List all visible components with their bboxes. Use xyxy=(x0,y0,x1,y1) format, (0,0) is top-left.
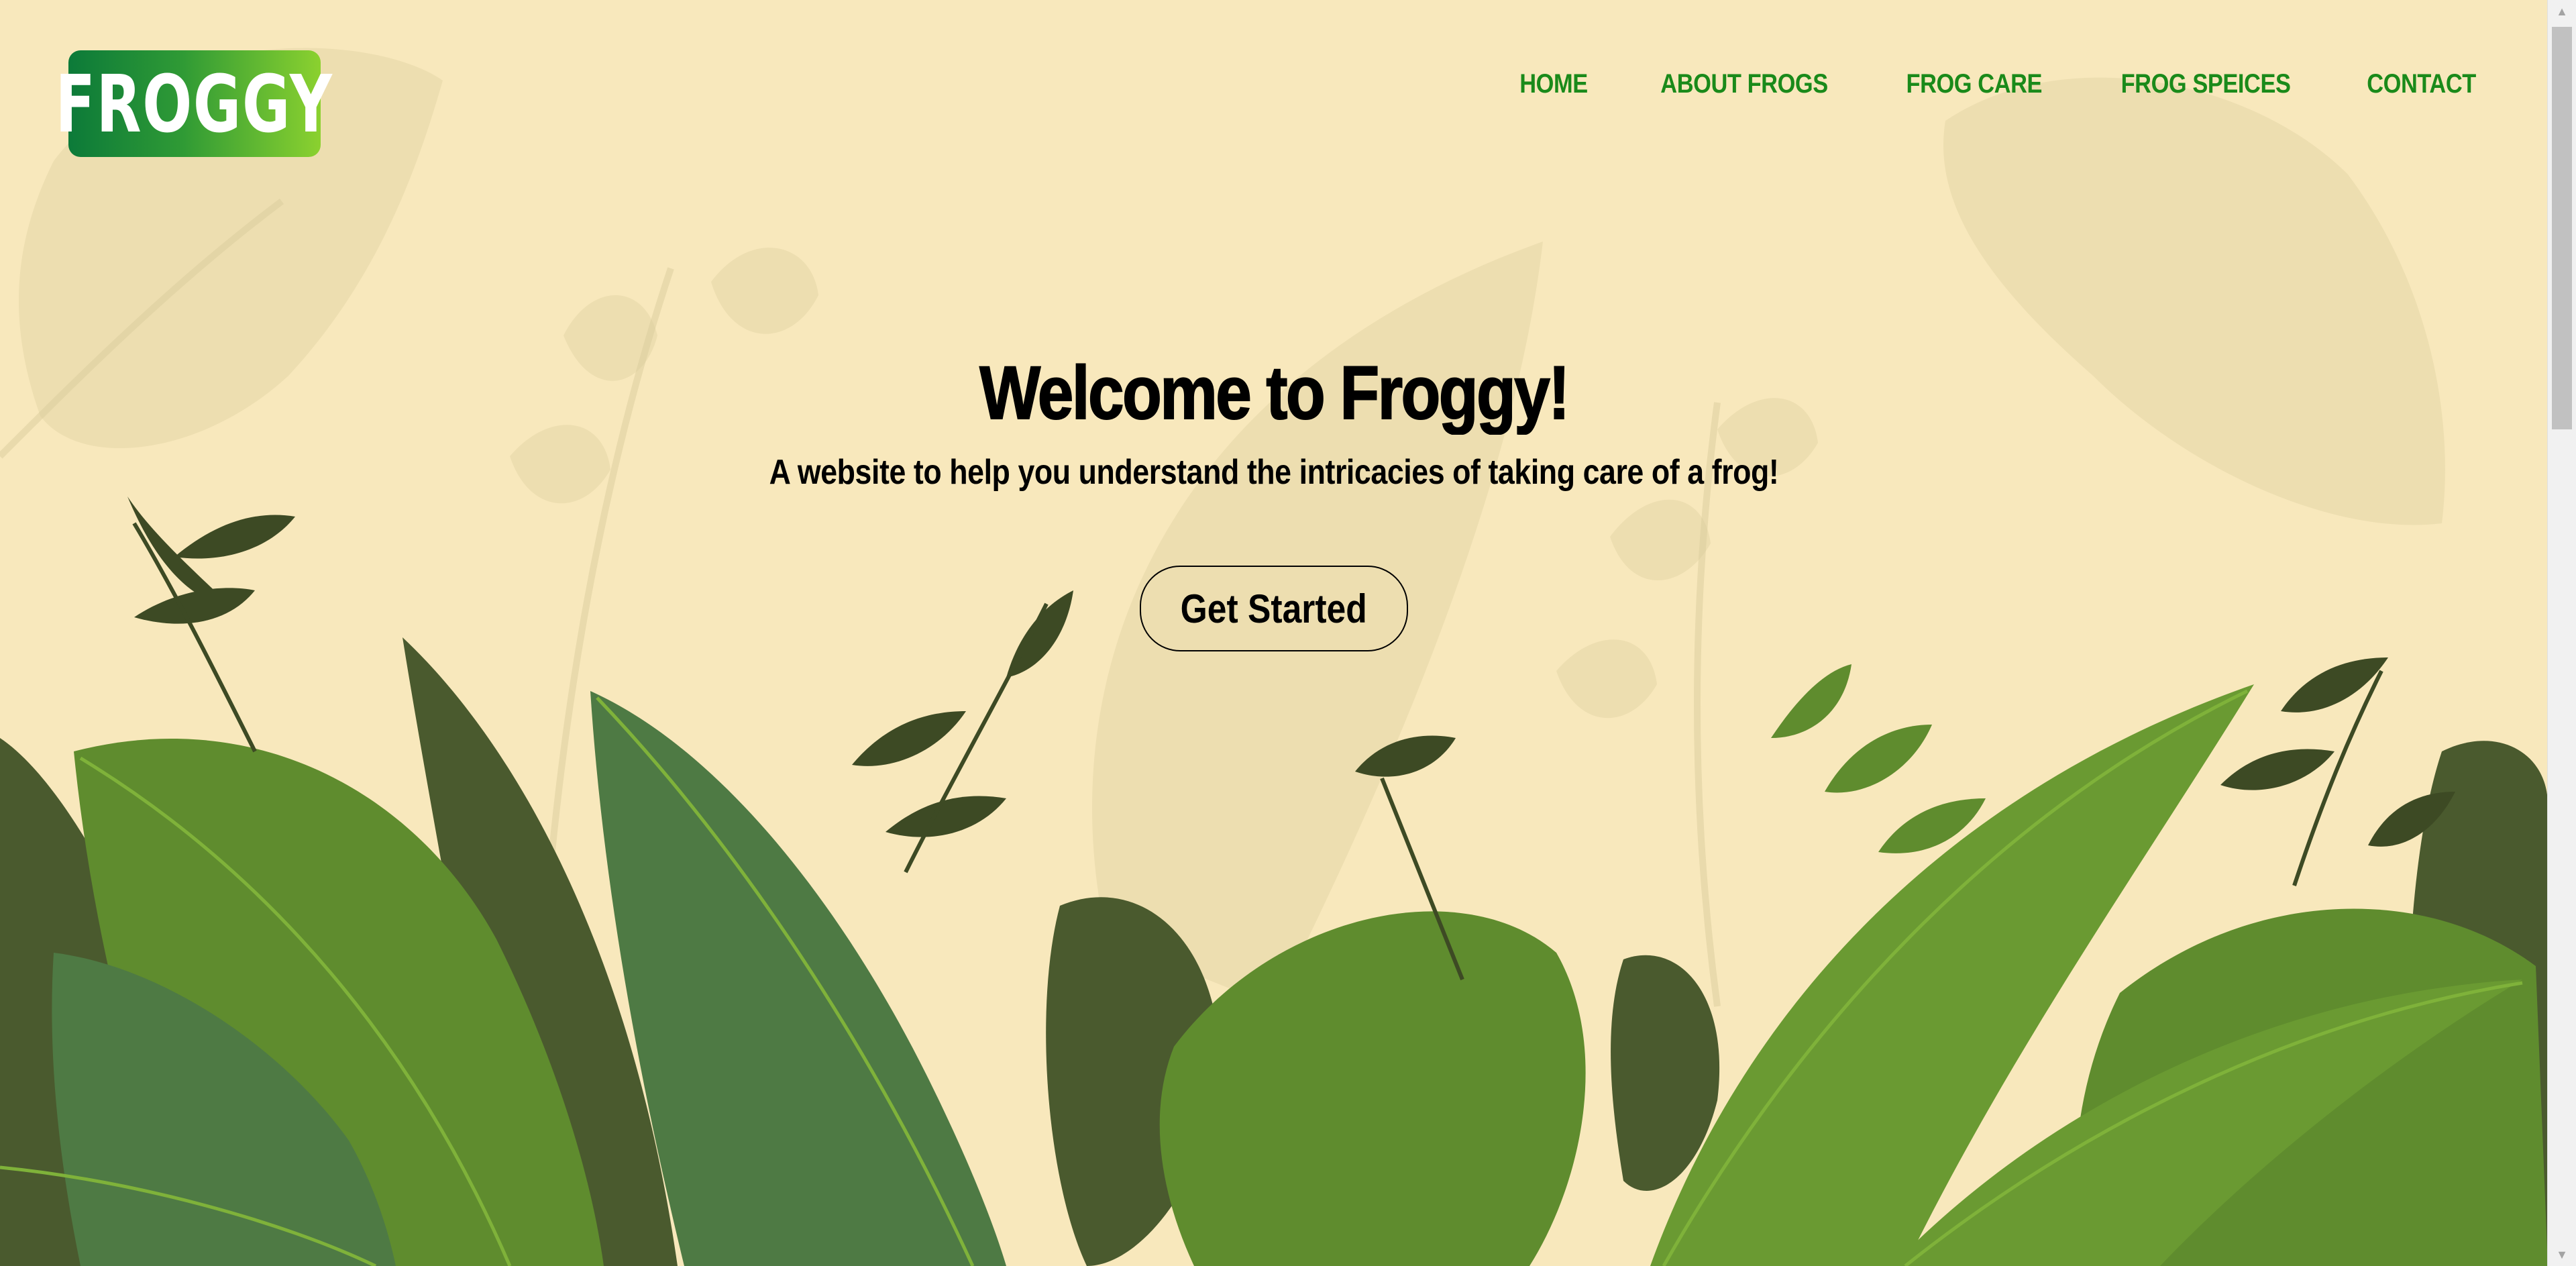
hero-title: Welcome to Froggy! xyxy=(979,351,1570,435)
get-started-button[interactable]: Get Started xyxy=(1140,566,1408,651)
nav-item-about-frogs[interactable]: ABOUT FROGS xyxy=(1661,69,1829,99)
scroll-down-arrow-icon[interactable]: ▼ xyxy=(2548,1243,2576,1266)
nav-item-frog-care[interactable]: FROG CARE xyxy=(1907,69,2043,99)
logo-text: FROGGY xyxy=(55,57,334,150)
main-navigation: HOME ABOUT FROGS FROG CARE FROG SPEICES … xyxy=(1514,69,2485,99)
nav-item-home[interactable]: HOME xyxy=(1520,69,1589,99)
hero-subtitle: A website to help you understand the int… xyxy=(769,453,1779,492)
scrollbar-thumb[interactable] xyxy=(2552,27,2572,429)
vertical-scrollbar[interactable]: ▲ ▼ xyxy=(2547,0,2576,1266)
nav-item-frog-species[interactable]: FROG SPEICES xyxy=(2121,69,2290,99)
froggy-logo[interactable]: FROGGY xyxy=(56,50,332,157)
hero-section: Welcome to Froggy! A website to help you… xyxy=(0,351,2548,492)
scroll-up-arrow-icon[interactable]: ▲ xyxy=(2548,0,2576,23)
nav-item-contact[interactable]: CONTACT xyxy=(2367,69,2476,99)
get-started-label: Get Started xyxy=(1180,586,1368,631)
page: FROGGY HOME ABOUT FROGS FROG CARE FROG S… xyxy=(0,0,2576,1266)
